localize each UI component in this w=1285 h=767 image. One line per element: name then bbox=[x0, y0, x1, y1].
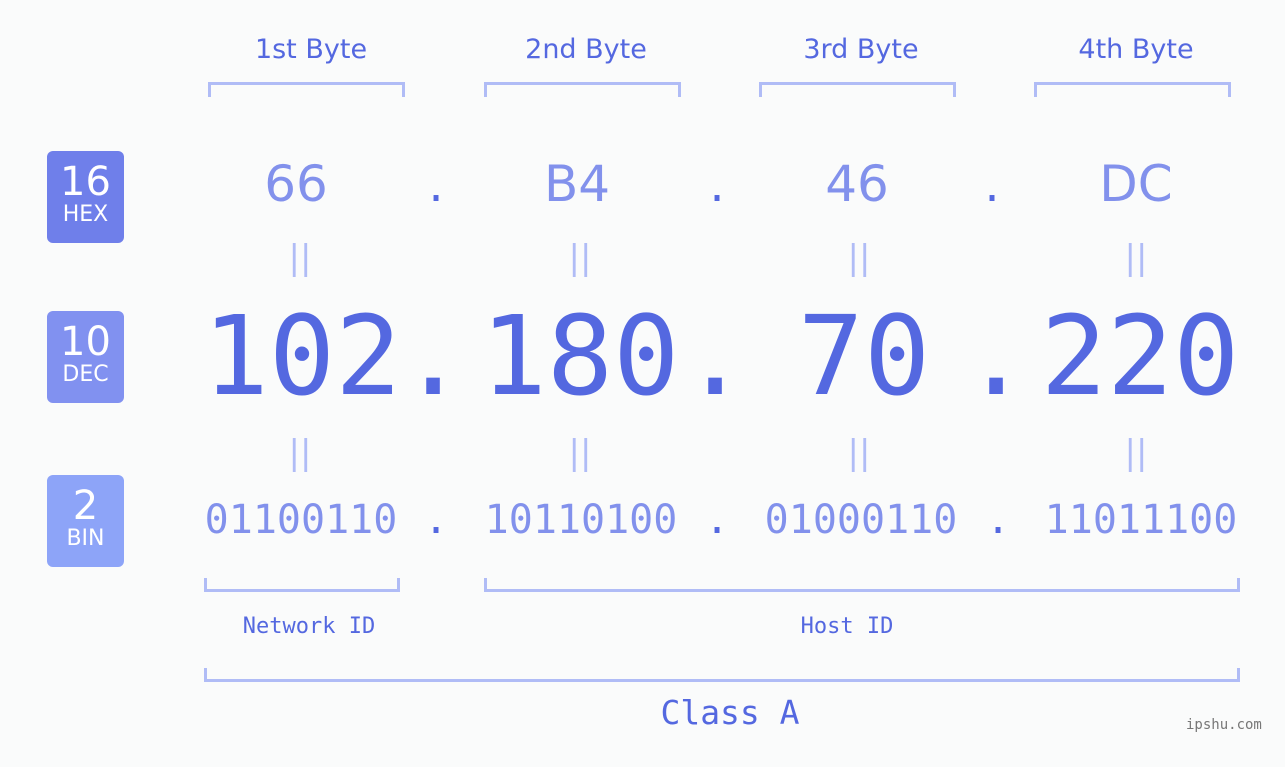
bin-value-4: 11011100 bbox=[1044, 497, 1238, 543]
host-id-label: Host ID bbox=[800, 614, 894, 639]
bin-dot-1: . bbox=[424, 497, 449, 543]
equals-icon: || bbox=[568, 238, 592, 278]
dec-badge-base: 10 bbox=[60, 319, 111, 365]
equals-icon: || bbox=[568, 433, 592, 473]
hex-value-3: 46 bbox=[825, 155, 889, 213]
watermark: ipshu.com bbox=[1186, 717, 1262, 733]
hex-value-1: 66 bbox=[264, 155, 328, 213]
byte-label-2: 2nd Byte bbox=[525, 34, 647, 65]
byte-bracket-2 bbox=[484, 82, 681, 97]
dec-dot-1: . bbox=[400, 292, 467, 420]
hex-value-4: DC bbox=[1099, 155, 1173, 213]
dec-badge-label: DEC bbox=[62, 362, 109, 387]
dec-value-1: 102 bbox=[202, 292, 402, 420]
dec-value-2: 180 bbox=[480, 292, 680, 420]
bin-badge-label: BIN bbox=[66, 526, 105, 551]
bin-badge: 2 BIN bbox=[47, 475, 124, 567]
hex-badge: 16 HEX bbox=[47, 151, 124, 243]
hex-badge-label: HEX bbox=[62, 202, 109, 227]
bin-value-1: 01100110 bbox=[204, 497, 398, 543]
hex-dot-3: . bbox=[980, 165, 1005, 211]
byte-bracket-4 bbox=[1034, 82, 1231, 97]
byte-bracket-3 bbox=[759, 82, 956, 97]
equals-icon: || bbox=[847, 433, 871, 473]
dec-dot-3: . bbox=[963, 292, 1030, 420]
dec-badge: 10 DEC bbox=[47, 311, 124, 403]
dec-value-4: 220 bbox=[1040, 292, 1240, 420]
hex-value-2: B4 bbox=[543, 155, 611, 213]
byte-label-3: 3rd Byte bbox=[803, 34, 919, 65]
bin-badge-base: 2 bbox=[72, 483, 99, 529]
equals-icon: || bbox=[1124, 433, 1148, 473]
byte-bracket-1 bbox=[208, 82, 405, 97]
class-label: Class A bbox=[660, 693, 800, 732]
bin-dot-2: . bbox=[705, 497, 730, 543]
bin-dot-3: . bbox=[986, 497, 1011, 543]
byte-label-4: 4th Byte bbox=[1078, 34, 1194, 65]
byte-label-1: 1st Byte bbox=[254, 34, 368, 65]
equals-icon: || bbox=[288, 238, 312, 278]
bin-value-3: 01000110 bbox=[764, 497, 958, 543]
class-bracket bbox=[204, 668, 1240, 682]
hex-dot-2: . bbox=[705, 165, 730, 211]
network-id-bracket bbox=[204, 578, 400, 592]
host-id-bracket bbox=[484, 578, 1240, 592]
equals-icon: || bbox=[1124, 238, 1148, 278]
bin-value-2: 10110100 bbox=[484, 497, 678, 543]
network-id-label: Network ID bbox=[242, 614, 376, 639]
equals-icon: || bbox=[288, 433, 312, 473]
hex-badge-base: 16 bbox=[60, 159, 111, 205]
dec-dot-2: . bbox=[682, 292, 749, 420]
dec-value-3: 70 bbox=[797, 292, 931, 420]
hex-dot-1: . bbox=[424, 165, 449, 211]
equals-icon: || bbox=[847, 238, 871, 278]
